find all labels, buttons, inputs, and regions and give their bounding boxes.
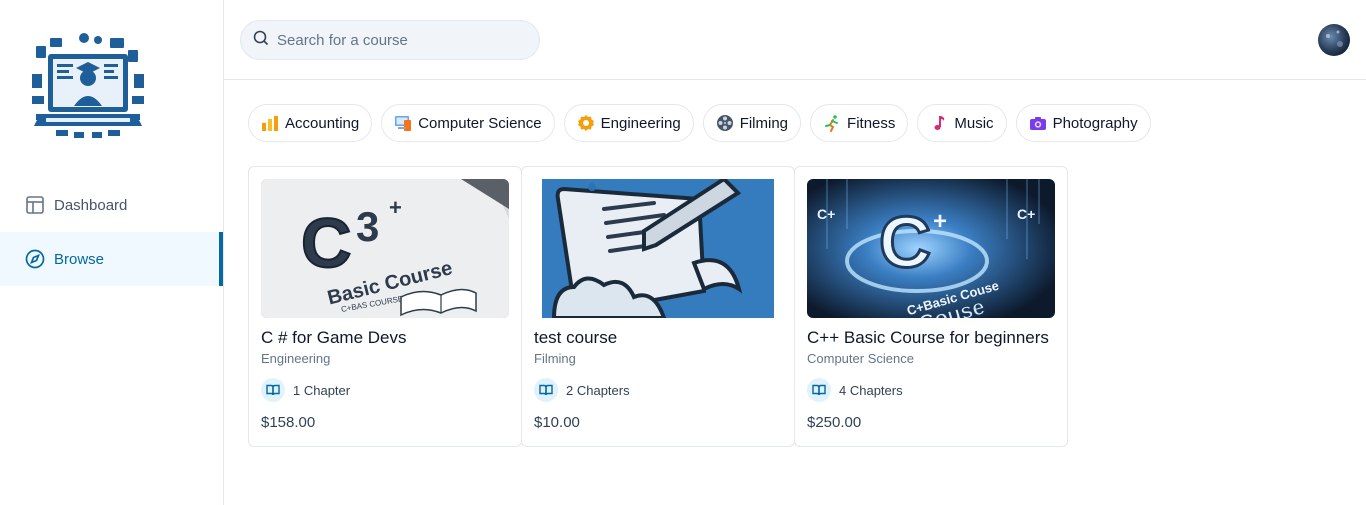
- sidebar: Dashboard Browse: [0, 0, 224, 505]
- computer-icon: [394, 114, 412, 132]
- search-box[interactable]: [240, 20, 540, 60]
- sidebar-nav: Dashboard Browse: [0, 178, 223, 286]
- course-price: $10.00: [534, 414, 580, 431]
- course-card[interactable]: C + C+ C+ C+Basic Couse Couse C++ Basic …: [794, 166, 1068, 447]
- gear-icon: [577, 114, 595, 132]
- top-bar: [224, 0, 1366, 80]
- compass-icon: [24, 248, 46, 270]
- svg-text:+: +: [389, 195, 402, 220]
- sidebar-item-dashboard[interactable]: Dashboard: [0, 178, 223, 232]
- course-card[interactable]: test course Filming 2 Chapters $10.00: [521, 166, 795, 447]
- course-list: C 3 + Basic Course C+BAS COURSE C # for …: [248, 166, 1068, 447]
- sidebar-item-label: Dashboard: [54, 196, 128, 214]
- layout-icon: [24, 194, 46, 216]
- category-label: Accounting: [285, 114, 360, 132]
- category-chip-computer-science[interactable]: Computer Science: [381, 104, 555, 142]
- course-title: test course: [534, 328, 618, 347]
- chart-bars-icon: [261, 114, 279, 132]
- chapter-count: 2 Chapters: [566, 382, 630, 398]
- svg-text:3: 3: [356, 203, 379, 250]
- course-category: Computer Science: [807, 351, 914, 366]
- svg-text:C+: C+: [1017, 206, 1035, 222]
- course-chapters: 1 Chapter: [261, 378, 509, 402]
- category-chip-accounting[interactable]: Accounting: [248, 104, 373, 142]
- svg-text:+: +: [933, 208, 947, 235]
- category-chip-photography[interactable]: Photography: [1015, 104, 1151, 142]
- svg-text:C: C: [301, 204, 352, 282]
- sidebar-item-browse[interactable]: Browse: [0, 232, 223, 286]
- runner-icon: [823, 114, 841, 132]
- chapter-count: 4 Chapters: [839, 382, 903, 398]
- course-price: $158.00: [261, 414, 316, 431]
- book-open-icon: [807, 378, 831, 402]
- category-filter: Accounting Computer Science Engineering …: [248, 104, 1151, 142]
- category-chip-filming[interactable]: Filming: [702, 104, 802, 142]
- course-thumbnail: C 3 + Basic Course C+BAS COURSE: [261, 179, 509, 318]
- course-category: Filming: [534, 351, 576, 366]
- category-label: Fitness: [847, 114, 896, 132]
- course-title: C # for Game Devs: [261, 328, 407, 347]
- course-chapters: 2 Chapters: [534, 378, 782, 402]
- course-thumbnail: [534, 179, 782, 318]
- app-logo[interactable]: [26, 26, 150, 150]
- svg-text:C+: C+: [817, 206, 835, 222]
- category-label: Filming: [739, 114, 789, 132]
- sidebar-item-label: Browse: [54, 250, 105, 268]
- course-chapters: 4 Chapters: [807, 378, 1055, 402]
- course-category: Engineering: [261, 351, 331, 366]
- music-note-icon: [930, 114, 948, 132]
- category-label: Engineering: [600, 114, 681, 132]
- category-chip-music[interactable]: Music: [917, 104, 1007, 142]
- course-card[interactable]: C 3 + Basic Course C+BAS COURSE C # for …: [248, 166, 522, 447]
- category-chip-engineering[interactable]: Engineering: [563, 104, 694, 142]
- search-icon: [253, 30, 269, 51]
- film-reel-icon: [716, 114, 734, 132]
- camera-icon: [1029, 114, 1047, 132]
- course-title: C++ Basic Course for beginners: [807, 328, 1049, 347]
- course-thumbnail: C + C+ C+ C+Basic Couse Couse: [807, 179, 1055, 318]
- book-open-icon: [261, 378, 285, 402]
- category-label: Music: [954, 114, 994, 132]
- category-label: Computer Science: [418, 114, 542, 132]
- category-chip-fitness[interactable]: Fitness: [810, 104, 909, 142]
- user-avatar[interactable]: [1318, 24, 1350, 56]
- chapter-count: 1 Chapter: [293, 382, 351, 398]
- svg-text:C: C: [879, 203, 931, 283]
- course-price: $250.00: [807, 414, 862, 431]
- book-open-icon: [534, 378, 558, 402]
- category-label: Photography: [1052, 114, 1138, 132]
- search-input[interactable]: [277, 31, 517, 49]
